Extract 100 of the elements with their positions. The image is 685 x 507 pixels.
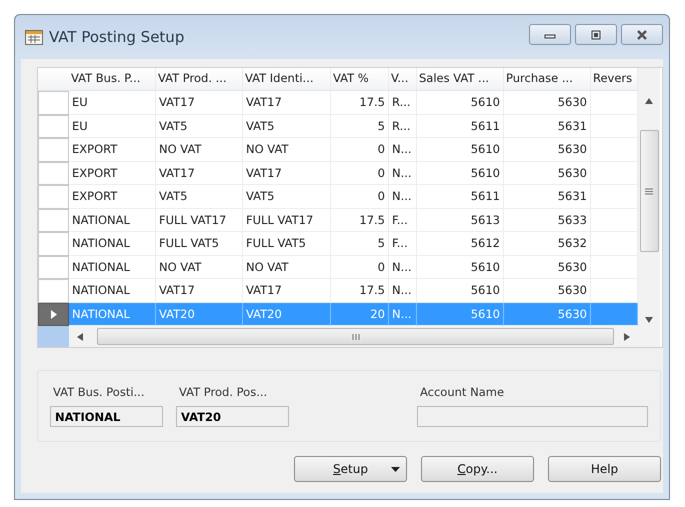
table-cell: N...	[389, 302, 417, 326]
table-cell: 5613	[417, 208, 504, 232]
table-cell: VAT5	[243, 114, 331, 138]
table-cell: 5630	[504, 256, 591, 279]
table-cell: 5	[331, 232, 389, 256]
scroll-up-icon[interactable]	[645, 98, 653, 104]
table-cell: EU	[69, 114, 156, 138]
table-cell: 5	[331, 114, 389, 138]
action-button[interactable]: Copy...	[421, 456, 534, 482]
table-cell: 5610	[417, 91, 504, 114]
table-cell: VAT20	[156, 302, 243, 326]
table-cell: N...	[389, 138, 417, 162]
maximize-button[interactable]	[575, 24, 617, 45]
table-cell: EXPORT	[69, 185, 156, 208]
table-cell: 0	[331, 162, 389, 185]
horizontal-scrollbar[interactable]	[69, 326, 638, 347]
field-label: Account Name	[419, 385, 506, 399]
action-button[interactable]: Help	[548, 456, 661, 482]
table-cell: VAT17	[156, 162, 243, 185]
table-cell: N...	[389, 256, 417, 279]
maximize-icon	[590, 30, 602, 40]
table-cell: VAT17	[243, 162, 331, 185]
table-cell: F...	[389, 232, 417, 256]
table-icon	[25, 30, 43, 44]
table-cell: 5612	[417, 232, 504, 256]
table-cell: 5633	[504, 208, 591, 232]
minimize-button[interactable]	[529, 24, 571, 45]
table-cell: VAT5	[156, 185, 243, 208]
table-cell: FULL VAT5	[156, 232, 243, 256]
scroll-thumb[interactable]	[640, 130, 658, 252]
table-cell: NO VAT	[156, 138, 243, 162]
table-cell: VAT20	[243, 302, 331, 326]
table-cell: NO VAT	[243, 256, 331, 279]
table-cell: 5611	[417, 185, 504, 208]
table-cell: NATIONAL	[69, 232, 156, 256]
row-selector[interactable]	[38, 302, 69, 326]
input-field[interactable]: NATIONAL	[50, 406, 163, 427]
column-header[interactable]: VAT %	[331, 68, 389, 90]
table-cell: N...	[389, 162, 417, 185]
grip-icon	[350, 332, 360, 340]
table-cell: 17.5	[331, 208, 389, 232]
table-cell: EXPORT	[69, 162, 156, 185]
column-header[interactable]: Sales VAT ...	[417, 68, 504, 90]
table-cell: FULL VAT17	[243, 208, 331, 232]
table-cell: R...	[389, 91, 417, 114]
table-cell: EXPORT	[69, 138, 156, 162]
table-cell: 5631	[504, 114, 591, 138]
close-button[interactable]	[621, 24, 663, 45]
grid-corner	[38, 326, 69, 347]
column-header[interactable]: V...	[389, 68, 417, 90]
table-cell: 0	[331, 256, 389, 279]
table-cell: VAT5	[243, 185, 331, 208]
table-cell: NATIONAL	[69, 302, 156, 326]
table-cell: 5630	[504, 302, 591, 326]
table-cell: 5610	[417, 138, 504, 162]
grip-icon	[644, 186, 654, 196]
input-field[interactable]	[417, 406, 648, 427]
table-cell	[591, 302, 638, 326]
table-cell: VAT17	[243, 91, 331, 114]
column-header[interactable]: VAT Bus. P...	[69, 68, 156, 90]
row-pointer-icon	[50, 310, 56, 319]
column-header[interactable]: VAT Prod. ...	[156, 68, 243, 90]
table-cell: N...	[389, 185, 417, 208]
scroll-down-icon[interactable]	[645, 317, 653, 323]
table-cell: 5630	[504, 91, 591, 114]
vertical-scrollbar[interactable]	[638, 68, 660, 347]
table-cell: NATIONAL	[69, 208, 156, 232]
input-field[interactable]: VAT20	[176, 406, 289, 427]
dropdown-button[interactable]: Setup	[294, 456, 407, 482]
table-cell: 5610	[417, 302, 504, 326]
caret-icon	[391, 467, 400, 472]
column-header[interactable]: Purchase ...	[504, 68, 591, 90]
close-icon	[635, 28, 649, 40]
field-label: VAT Prod. Pos...	[178, 385, 268, 399]
scroll-thumb[interactable]	[97, 328, 614, 345]
table-cell: 0	[331, 185, 389, 208]
scroll-left-icon[interactable]	[77, 332, 83, 340]
table-cell: NATIONAL	[69, 256, 156, 279]
table-cell: 5610	[417, 162, 504, 185]
column-header[interactable]: VAT Identi...	[243, 68, 331, 90]
table-cell: NO VAT	[156, 256, 243, 279]
table-cell: FULL VAT17	[156, 208, 243, 232]
table-cell: 17.5	[331, 91, 389, 114]
scroll-right-icon[interactable]	[624, 332, 630, 340]
table-cell: 5611	[417, 114, 504, 138]
table-cell: 5610	[417, 256, 504, 279]
table-cell: VAT5	[156, 114, 243, 138]
table-cell: FULL VAT5	[243, 232, 331, 256]
table-cell: 5631	[504, 185, 591, 208]
field-label: VAT Bus. Posti...	[52, 385, 146, 399]
table-cell: F...	[389, 208, 417, 232]
table-cell: 5630	[504, 162, 591, 185]
table-cell: 5632	[504, 232, 591, 256]
table-cell: VAT17	[156, 91, 243, 114]
table-cell: 20	[331, 302, 389, 326]
table-cell: NO VAT	[243, 138, 331, 162]
table-cell: EU	[69, 91, 156, 114]
table-cell: R...	[389, 114, 417, 138]
table-cell: 0	[331, 138, 389, 162]
table-cell: 5630	[504, 138, 591, 162]
